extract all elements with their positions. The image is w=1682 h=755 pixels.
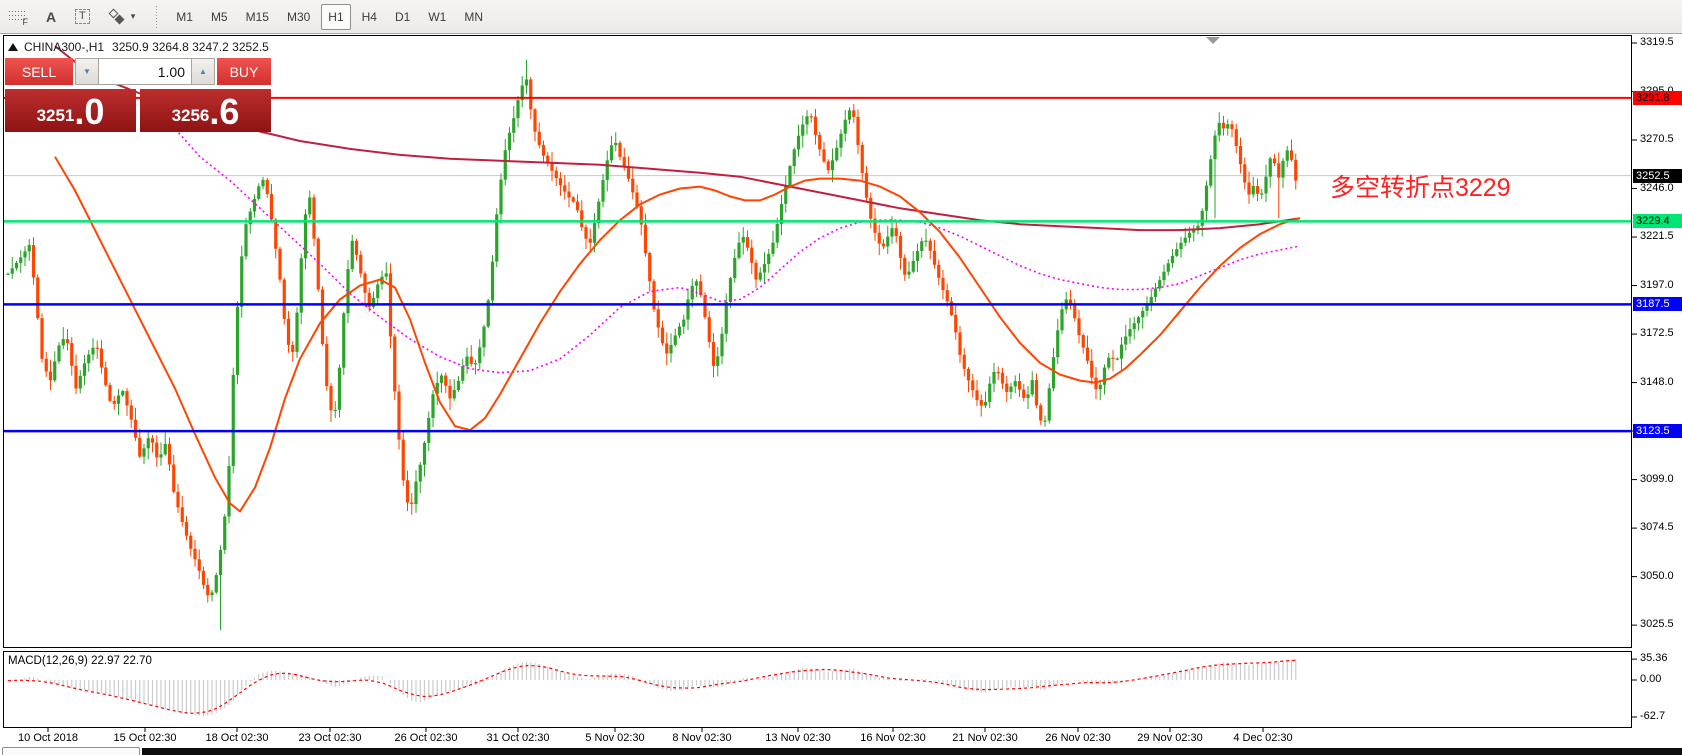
price-tick-label: 3025.5 bbox=[1640, 618, 1674, 630]
timeframe-button-m30[interactable]: M30 bbox=[280, 4, 317, 30]
timeframe-button-mn[interactable]: MN bbox=[457, 4, 490, 30]
price-badge-3252.5: 3252.5 bbox=[1633, 169, 1682, 183]
text-tool-button[interactable]: A bbox=[38, 4, 64, 30]
bottom-window-tab[interactable] bbox=[2, 747, 140, 755]
timeframe-button-h1[interactable]: H1 bbox=[321, 4, 350, 30]
time-axis-label: 10 Oct 2018 bbox=[18, 732, 78, 744]
top-toolbar: F A T ▾ M1M5M15M30H1H4D1W1MN bbox=[0, 0, 1682, 34]
price-tick-label: 3074.5 bbox=[1640, 521, 1674, 533]
time-axis-label: 26 Oct 02:30 bbox=[395, 732, 458, 744]
timeframe-button-d1[interactable]: D1 bbox=[388, 4, 417, 30]
shapes-tool-button[interactable]: ▾ bbox=[101, 4, 143, 30]
up-arrow-icon: ▲ bbox=[199, 67, 207, 76]
text-label-icon: T bbox=[75, 9, 90, 24]
sell-price-button[interactable]: 3251 .0 bbox=[5, 89, 136, 132]
time-axis-label: 29 Nov 02:30 bbox=[1137, 732, 1202, 744]
price-tick-label: 3221.5 bbox=[1640, 230, 1674, 242]
timeframe-button-m15[interactable]: M15 bbox=[239, 4, 276, 30]
bottom-window-bar bbox=[142, 748, 1682, 755]
symbol-name: CHINA300-,H1 bbox=[24, 40, 104, 54]
time-axis-label: 13 Nov 02:30 bbox=[765, 732, 830, 744]
price-tick-label: 3099.0 bbox=[1640, 473, 1674, 485]
time-axis-label: 15 Oct 02:30 bbox=[114, 732, 177, 744]
toolbar-separator bbox=[154, 6, 159, 28]
time-axis-label: 16 Nov 02:30 bbox=[860, 732, 925, 744]
down-arrow-icon: ▼ bbox=[83, 67, 91, 76]
volume-increase-button[interactable]: ▲ bbox=[191, 58, 215, 85]
macd-tick-label: 0.00 bbox=[1640, 673, 1661, 685]
time-axis-label: 4 Dec 02:30 bbox=[1233, 732, 1292, 744]
text-label-tool-button[interactable]: T bbox=[68, 4, 97, 30]
one-click-trading-panel: SELL ▼ ▲ BUY 3251 .0 3256 .6 bbox=[5, 58, 271, 154]
price-tick-label: 3148.0 bbox=[1640, 376, 1674, 388]
time-axis-label: 18 Oct 02:30 bbox=[206, 732, 269, 744]
chevron-down-icon: ▾ bbox=[131, 11, 136, 22]
timeframe-button-m1[interactable]: M1 bbox=[169, 4, 200, 30]
timeframe-button-h4[interactable]: H4 bbox=[355, 4, 384, 30]
time-axis-label: 23 Oct 02:30 bbox=[299, 732, 362, 744]
price-tick-label: 3197.0 bbox=[1640, 279, 1674, 291]
fibonacci-tool-button[interactable]: F bbox=[2, 4, 34, 30]
time-axis-label: 31 Oct 02:30 bbox=[487, 732, 550, 744]
price-tick-label: 3319.5 bbox=[1640, 36, 1674, 48]
volume-decrease-button[interactable]: ▼ bbox=[75, 58, 99, 85]
price-badge-3291.8: 3291.8 bbox=[1633, 91, 1682, 105]
price-tick-label: 3270.5 bbox=[1640, 133, 1674, 145]
fibonacci-icon: F bbox=[9, 9, 27, 25]
volume-input[interactable] bbox=[99, 58, 191, 85]
time-axis-label: 5 Nov 02:30 bbox=[585, 732, 644, 744]
macd-tick-label: 35.36 bbox=[1640, 652, 1668, 664]
buy-price-pips: .6 bbox=[209, 95, 239, 129]
buy-price-base: 3256 bbox=[172, 106, 210, 126]
sell-button[interactable]: SELL bbox=[5, 58, 73, 85]
mt4-window: F A T ▾ M1M5M15M30H1H4D1W1MN CHINA300-,H… bbox=[0, 0, 1682, 755]
up-triangle-icon bbox=[8, 43, 18, 51]
price-badge-3187.5: 3187.5 bbox=[1633, 297, 1682, 311]
price-tick-label: 3172.5 bbox=[1640, 327, 1674, 339]
shapes-icon bbox=[108, 9, 128, 25]
price-badge-3123.5: 3123.5 bbox=[1633, 424, 1682, 438]
symbol-info-bar: CHINA300-,H1 3250.9 3264.8 3247.2 3252.5 bbox=[8, 40, 269, 54]
macd-indicator-label: MACD(12,26,9) 22.97 22.70 bbox=[8, 655, 152, 667]
buy-button[interactable]: BUY bbox=[217, 58, 271, 85]
timeframe-button-w1[interactable]: W1 bbox=[421, 4, 453, 30]
time-axis-label: 8 Nov 02:30 bbox=[672, 732, 731, 744]
price-tick-label: 3050.0 bbox=[1640, 570, 1674, 582]
chart-region: CHINA300-,H1 3250.9 3264.8 3247.2 3252.5… bbox=[0, 35, 1682, 755]
chart-text-annotation[interactable]: 多空转折点3229 bbox=[1330, 168, 1511, 204]
price-tick-label: 3246.0 bbox=[1640, 182, 1674, 194]
time-axis-label: 26 Nov 02:30 bbox=[1045, 732, 1110, 744]
text-a-icon: A bbox=[46, 9, 56, 25]
time-axis-label: 21 Nov 02:30 bbox=[952, 732, 1017, 744]
buy-price-button[interactable]: 3256 .6 bbox=[140, 89, 271, 132]
timeframe-button-m5[interactable]: M5 bbox=[204, 4, 235, 30]
sell-price-base: 3251 bbox=[37, 106, 75, 126]
price-badge-3229.4: 3229.4 bbox=[1633, 214, 1682, 228]
macd-tick-label: -62.7 bbox=[1640, 710, 1665, 722]
symbol-ohlc: 3250.9 3264.8 3247.2 3252.5 bbox=[112, 40, 269, 54]
sell-price-pips: .0 bbox=[74, 95, 104, 129]
timeframe-button-group: M1M5M15M30H1H4D1W1MN bbox=[167, 4, 492, 30]
